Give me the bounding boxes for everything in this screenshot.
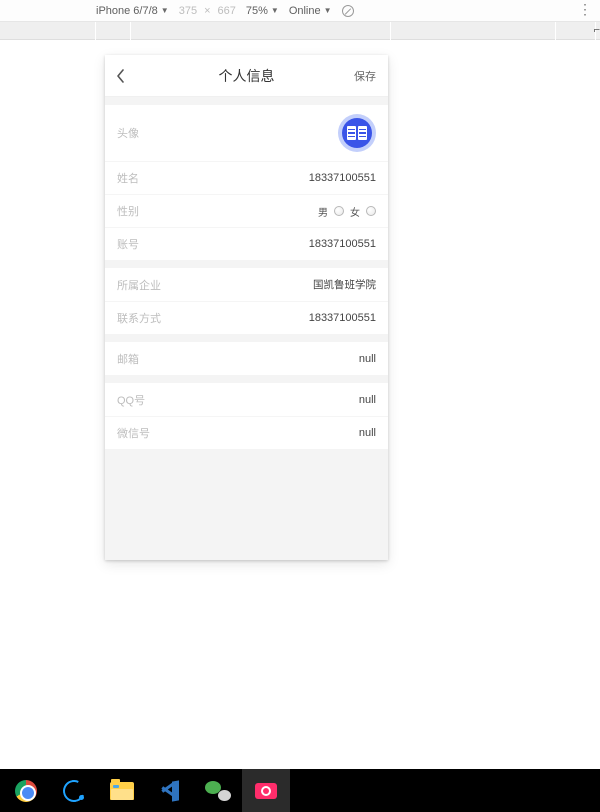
chevron-left-icon	[115, 69, 127, 83]
chrome-icon	[15, 780, 37, 802]
rotate-button[interactable]	[342, 5, 354, 17]
email-label: 邮箱	[117, 351, 139, 367]
device-height[interactable]: 667	[218, 5, 236, 17]
name-value: 18337100551	[309, 172, 376, 184]
qq-label: QQ号	[117, 392, 145, 408]
taskbar-wechat[interactable]	[194, 769, 242, 812]
wechat-icon	[205, 781, 231, 801]
section-company: 所属企业 国凯鲁班学院 联系方式 18337100551	[105, 268, 388, 334]
vscode-icon	[159, 780, 181, 802]
account-label: 账号	[117, 236, 139, 252]
device-footer-pad	[105, 449, 388, 560]
email-value: null	[359, 353, 376, 365]
gender-male-radio[interactable]	[334, 206, 344, 216]
qq-value: null	[359, 394, 376, 406]
name-label: 姓名	[117, 170, 139, 186]
contact-label: 联系方式	[117, 310, 161, 326]
row-qq[interactable]: QQ号 null	[105, 383, 388, 416]
network-value: Online	[289, 5, 321, 17]
save-button[interactable]: 保存	[354, 55, 376, 97]
devtools-toolbar: iPhone 6/7/8 ▼ 375 × 667 75% ▼ Online ▼ …	[0, 0, 600, 22]
gender-male-label: 男	[318, 204, 328, 219]
more-options-button[interactable]: ⋮	[578, 3, 592, 15]
contact-value: 18337100551	[309, 312, 376, 324]
chevron-down-icon: ▼	[161, 6, 169, 15]
row-wechat[interactable]: 微信号 null	[105, 416, 388, 449]
zoom-selector[interactable]: 75% ▼	[246, 5, 279, 17]
ring-icon	[63, 780, 85, 802]
gender-female-radio[interactable]	[366, 206, 376, 216]
row-contact[interactable]: 联系方式 18337100551	[105, 301, 388, 334]
row-company: 所属企业 国凯鲁班学院	[105, 268, 388, 301]
taskbar-chrome[interactable]	[2, 769, 50, 812]
device-name: iPhone 6/7/8	[96, 5, 158, 17]
chevron-down-icon: ▼	[271, 6, 279, 15]
avatar-label: 头像	[117, 125, 139, 141]
section-email: 邮箱 null	[105, 342, 388, 375]
row-email[interactable]: 邮箱 null	[105, 342, 388, 375]
row-account: 账号 18337100551	[105, 227, 388, 260]
taskbar-recorder[interactable]	[242, 769, 290, 812]
throttle-selector[interactable]: Online ▼	[289, 5, 332, 17]
gender-label: 性别	[117, 203, 139, 219]
chevron-down-icon: ▼	[324, 6, 332, 15]
account-value: 18337100551	[309, 238, 376, 250]
folder-icon	[110, 782, 134, 800]
back-button[interactable]	[115, 55, 127, 97]
avatar[interactable]	[338, 114, 376, 152]
ruler	[0, 22, 600, 40]
company-value: 国凯鲁班学院	[313, 277, 376, 292]
page-header: 个人信息 保存	[105, 55, 388, 97]
windows-taskbar	[0, 769, 600, 812]
camera-icon	[255, 783, 277, 799]
avatar-icon	[342, 118, 372, 148]
rotate-icon	[342, 5, 354, 17]
row-name[interactable]: 姓名 18337100551	[105, 161, 388, 194]
wechat-label: 微信号	[117, 425, 150, 441]
section-social: QQ号 null 微信号 null	[105, 383, 388, 449]
device-dimensions: 375 × 667	[179, 5, 236, 17]
taskbar-app-2[interactable]	[50, 769, 98, 812]
zoom-value: 75%	[246, 5, 268, 17]
dimension-x: ×	[204, 5, 210, 17]
wechat-value: null	[359, 427, 376, 439]
taskbar-vscode[interactable]	[146, 769, 194, 812]
company-label: 所属企业	[117, 277, 161, 293]
taskbar-explorer[interactable]	[98, 769, 146, 812]
gender-female-label: 女	[350, 204, 360, 219]
device-stage: 个人信息 保存 头像 姓名 18337100551 性别	[0, 40, 600, 760]
row-gender: 性别 男 女	[105, 194, 388, 227]
cursor-icon: ⌐	[594, 24, 600, 36]
page-title: 个人信息	[219, 66, 275, 86]
device-viewport: 个人信息 保存 头像 姓名 18337100551 性别	[105, 55, 388, 560]
gender-options: 男 女	[318, 204, 376, 219]
device-width[interactable]: 375	[179, 5, 197, 17]
row-avatar[interactable]: 头像	[105, 105, 388, 161]
device-selector[interactable]: iPhone 6/7/8 ▼	[96, 5, 169, 17]
section-basic: 头像 姓名 18337100551 性别 男 女	[105, 105, 388, 260]
